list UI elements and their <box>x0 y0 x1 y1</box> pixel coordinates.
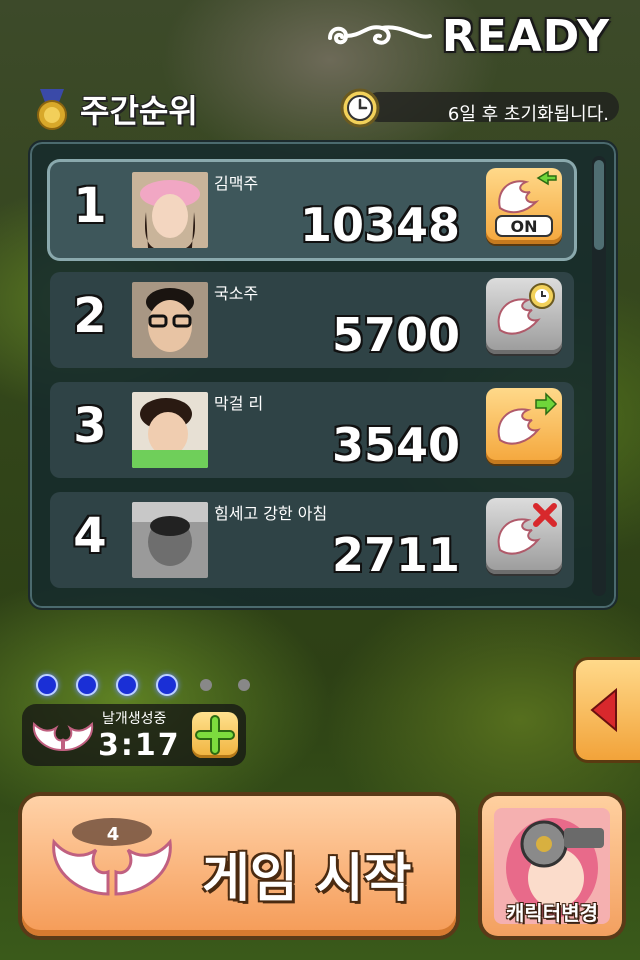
ranking-row: 4 힘세고 강한 아침 2711 <box>50 492 574 588</box>
ranking-scrollbar[interactable] <box>592 156 606 596</box>
wing-on-label: ON <box>511 217 538 236</box>
player-score: 3540 <box>331 418 460 472</box>
page-dot-active[interactable] <box>76 674 98 696</box>
plus-icon <box>195 715 235 755</box>
avatar <box>132 392 208 468</box>
rank-number: 1 <box>73 178 107 234</box>
wing-on-icon: ON <box>495 170 557 237</box>
wing-generation-status: 날개생성중 3:17 <box>22 704 246 766</box>
page-indicator[interactable] <box>36 674 254 696</box>
page-dot-active[interactable] <box>156 674 178 696</box>
wing-timer-icon <box>497 283 555 335</box>
avatar <box>132 282 208 358</box>
ready-banner: READY <box>322 6 610 66</box>
swirl-ornament-icon <box>327 25 432 45</box>
player-score: 10348 <box>299 198 460 252</box>
player-name: 김맥주 <box>214 174 259 193</box>
rank-number: 2 <box>73 288 107 344</box>
page-dot-inactive[interactable] <box>200 679 212 691</box>
rank-number: 3 <box>73 398 107 454</box>
ranking-row: 2 국소주 5700 <box>50 272 574 368</box>
change-character-label: 캐릭터변경 <box>506 901 598 925</box>
avatar <box>132 502 208 578</box>
rank-number: 4 <box>73 508 107 564</box>
game-start-button[interactable]: 4 게임 시작 <box>22 796 456 936</box>
add-wing-button[interactable] <box>192 712 238 758</box>
page-dot-active[interactable] <box>116 674 138 696</box>
send-wing-on-button[interactable]: ON <box>486 168 562 244</box>
page-dot-inactive[interactable] <box>238 679 250 691</box>
wing-pair-icon <box>32 721 94 752</box>
wing-generation-timer: 3:17 <box>98 728 181 763</box>
wing-count: 4 <box>106 824 120 845</box>
wing-blocked-button[interactable] <box>486 498 562 574</box>
game-start-label: 게임 시작 <box>202 849 412 909</box>
wing-blocked-icon <box>497 503 557 555</box>
weekly-ranking-header: 주간순위 <box>34 86 198 132</box>
avatar <box>132 172 208 248</box>
clock-icon <box>340 88 380 128</box>
wing-cooldown-button[interactable] <box>486 278 562 354</box>
reset-notice: 6일 후 초기화됩니다. <box>340 88 620 128</box>
player-name: 국소주 <box>214 284 259 303</box>
ranking-row: 3 막걸 리 3540 <box>50 382 574 478</box>
ready-label: READY <box>441 10 610 62</box>
player-name: 막걸 리 <box>214 394 264 413</box>
ranking-scroll-thumb[interactable] <box>594 160 604 250</box>
medal-icon <box>37 89 67 130</box>
player-score: 5700 <box>331 308 460 362</box>
player-name: 힘세고 강한 아침 <box>214 504 328 523</box>
player-score: 2711 <box>331 528 460 582</box>
wing-generation-label: 날개생성중 <box>102 711 167 727</box>
arrow-left-icon <box>590 687 617 733</box>
page-dot-active[interactable] <box>36 674 58 696</box>
ranking-row: 1 김맥주 10348 ON <box>50 162 574 258</box>
ranking-panel[interactable]: 1 김맥주 10348 ON 2 국소주 5700 3 막걸 리 3540 4 … <box>28 140 618 610</box>
change-character-button[interactable]: 캐릭터변경 <box>482 796 622 936</box>
side-menu-toggle-button[interactable] <box>576 660 640 760</box>
reset-notice-pill: 6일 후 초기화됩니다. <box>364 92 619 125</box>
send-wing-button[interactable] <box>486 388 562 464</box>
weekly-ranking-title: 주간순위 <box>80 92 198 130</box>
reset-notice-text: 6일 후 초기화됩니다. <box>447 104 609 125</box>
wing-send-icon <box>497 392 558 445</box>
